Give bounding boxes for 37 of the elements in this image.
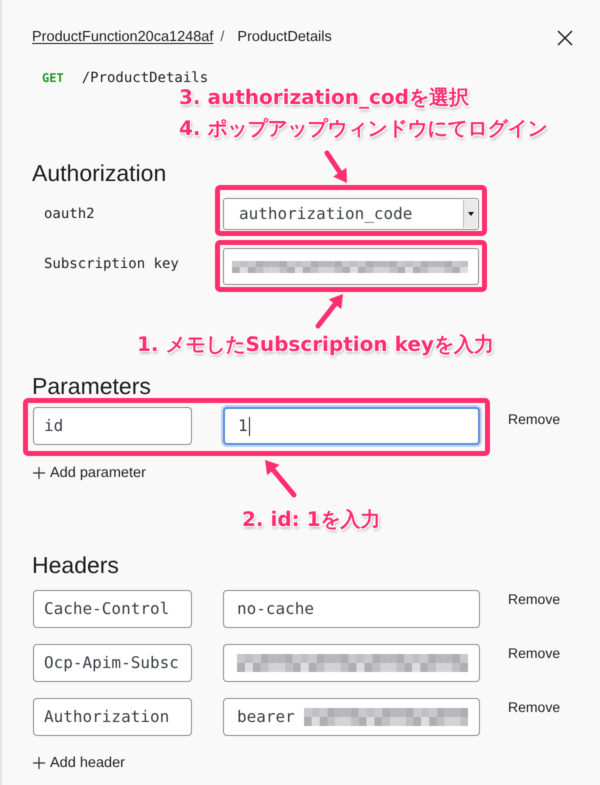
pointer-arrow	[324, 150, 347, 183]
dropdown-caret-icon	[463, 200, 477, 228]
value-field[interactable]: bearer	[223, 698, 480, 736]
http-method: GET	[42, 70, 64, 87]
add-button[interactable]: Add header	[32, 753, 125, 773]
remove-button[interactable]: Remove	[508, 409, 560, 429]
pointer-arrow	[265, 460, 296, 498]
close-icon	[557, 30, 573, 46]
add-button[interactable]: Add parameter	[32, 463, 146, 483]
remove-button[interactable]: Remove	[508, 589, 560, 609]
section-heading: Headers	[32, 553, 119, 577]
close-button[interactable]	[557, 30, 573, 46]
text-cursor-icon	[248, 416, 250, 436]
value-field[interactable]	[223, 644, 480, 682]
remove-button[interactable]: Remove	[508, 643, 560, 663]
plus-icon	[33, 757, 45, 769]
name-field[interactable]: Authorization	[33, 698, 192, 736]
pointer-arrow	[316, 294, 343, 328]
name-field[interactable]: Ocp-Apim-Subsc	[33, 644, 192, 682]
annotation-text: 1. メモしたSubscription keyを入力	[137, 331, 494, 358]
value-field[interactable]: no-cache	[223, 590, 480, 628]
annotation-text: 2. id: 1を入力	[242, 506, 381, 533]
remove-button[interactable]: Remove	[508, 697, 560, 717]
field-label: oauth2	[43, 205, 96, 224]
breadcrumb-current: ProductDetails	[237, 28, 332, 48]
breadcrumb-link[interactable]: ProductFunction20ca1248af	[32, 27, 214, 49]
annotation-text: 4. ポップアップウィンドウにてログイン	[179, 115, 548, 142]
plus-icon	[33, 467, 45, 479]
section-heading: Parameters	[32, 374, 151, 398]
field-label: Subscription key	[43, 255, 180, 274]
name-field[interactable]: Cache-Control	[33, 590, 192, 628]
name-field[interactable]: id	[33, 407, 192, 445]
subscription-key-field[interactable]	[223, 248, 479, 285]
section-heading: Authorization	[32, 161, 166, 185]
breadcrumb-separator: /	[220, 28, 224, 48]
value-field[interactable]: 1	[223, 407, 480, 445]
grant-type-select[interactable]: authorization_code	[223, 198, 479, 230]
